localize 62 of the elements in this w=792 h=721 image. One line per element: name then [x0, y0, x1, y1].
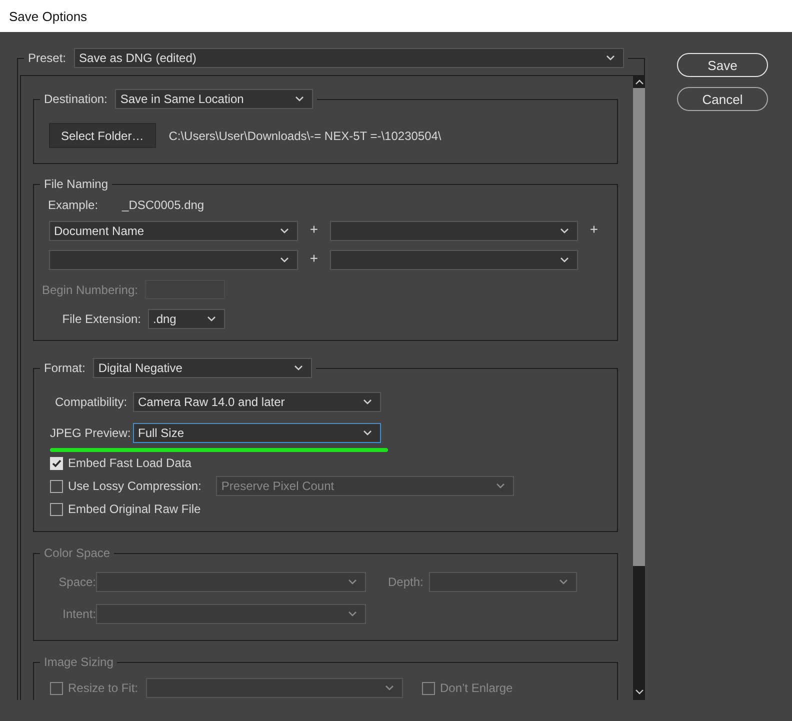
chevron-icon: [385, 685, 394, 691]
resize-dropdown[interactable]: [146, 678, 403, 698]
chevron-icon: [295, 96, 304, 102]
compatibility-dropdown[interactable]: Camera Raw 14.0 and later: [133, 392, 381, 412]
jpeg-preview-dropdown[interactable]: Full Size: [133, 423, 381, 443]
scroll-down-icon[interactable]: [634, 688, 644, 696]
chevron-icon: [560, 228, 569, 234]
folder-path: C:\Users\User\Downloads\-= NEX-5T =-\10230504\: [168, 128, 442, 142]
checkbox[interactable]: [50, 502, 63, 516]
chevron-icon: [606, 55, 616, 61]
field-label: Example:: [48, 198, 98, 212]
dialog-button[interactable]: Save: [677, 53, 768, 77]
group-title: Color Space: [44, 546, 110, 560]
group-title: File Naming: [44, 177, 108, 191]
checkbox-label: Embed Original Raw File: [68, 502, 201, 516]
chevron-icon: [560, 257, 569, 263]
field-label: Format:: [44, 361, 86, 375]
extension-dropdown[interactable]: .dng: [148, 309, 225, 329]
naming-dropdown[interactable]: Document Name: [49, 221, 298, 241]
scroll-up-icon[interactable]: [634, 78, 644, 86]
field-label: Don’t Enlarge: [440, 681, 513, 695]
chevron-icon: [363, 430, 372, 436]
plus-sign: +: [308, 221, 320, 239]
field-label: JPEG Preview:: [50, 426, 132, 440]
group-title: Image Sizing: [44, 655, 114, 669]
window-title: Save Options: [9, 8, 88, 24]
chevron-icon: [280, 228, 289, 234]
preset-dropdown[interactable]: Save as DNG (edited): [74, 48, 624, 68]
chevron-icon: [496, 483, 506, 489]
depth-dropdown[interactable]: [429, 572, 577, 592]
naming-dropdown[interactable]: [49, 250, 298, 270]
field-label: Destination:: [44, 92, 108, 106]
chevron-icon: [348, 611, 357, 617]
field-label: Space:: [58, 575, 96, 589]
scrollbar[interactable]: [633, 76, 645, 700]
chevron-icon: [280, 257, 289, 263]
space-dropdown[interactable]: [96, 572, 366, 592]
chevron-icon: [207, 316, 216, 322]
naming-dropdown[interactable]: [330, 250, 578, 270]
chevron-icon: [348, 579, 357, 585]
example-filename: _DSC0005.dng: [122, 198, 204, 212]
field-label: File Extension:: [61, 312, 141, 326]
field-label: Begin Numbering:: [40, 282, 138, 296]
chevron-icon: [294, 365, 304, 371]
naming-dropdown[interactable]: [330, 221, 578, 241]
field-label: Intent:: [62, 607, 96, 621]
format-dropdown[interactable]: Digital Negative: [93, 358, 312, 378]
field-label: Resize to Fit:: [68, 681, 140, 695]
chevron-icon: [559, 579, 568, 585]
field-label: Preset:: [28, 51, 66, 65]
intent-dropdown[interactable]: [96, 604, 366, 624]
checkbox[interactable]: [50, 480, 63, 492]
destination-dropdown[interactable]: Save in Same Location: [115, 89, 314, 109]
plus-sign: +: [588, 221, 600, 239]
checkbox-label: Embed Fast Load Data: [68, 456, 192, 470]
select-folder-button[interactable]: Select Folder…: [49, 123, 156, 148]
field-label: Compatibility:: [55, 395, 128, 409]
dialog-button[interactable]: Cancel: [677, 87, 768, 111]
checkbox-label: Use Lossy Compression:: [68, 479, 202, 493]
chevron-icon: [363, 399, 372, 405]
plus-sign: +: [308, 250, 320, 268]
field-label: Depth:: [388, 575, 424, 589]
